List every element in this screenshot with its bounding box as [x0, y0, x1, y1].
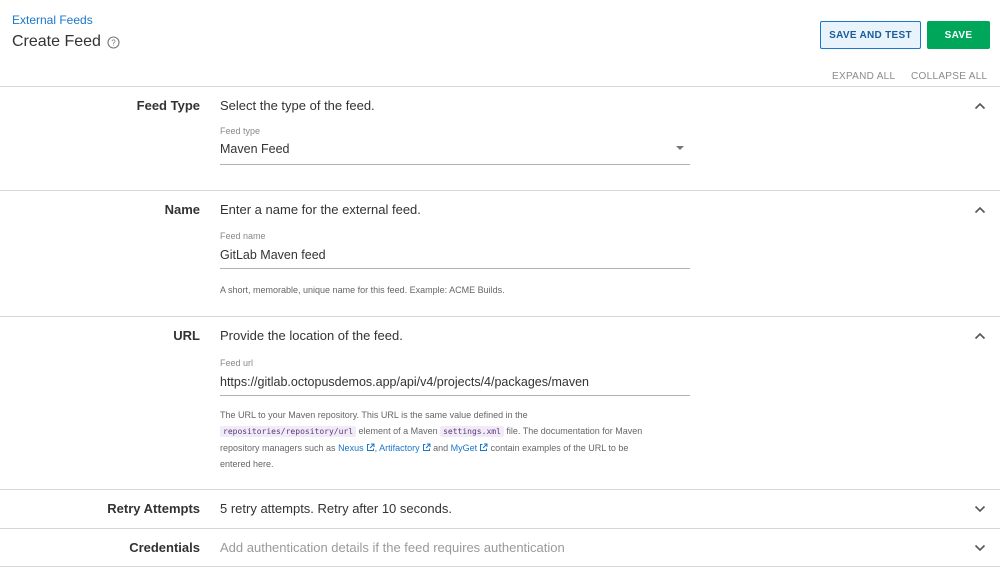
helper-text: contain examples of the URL to be — [488, 443, 629, 453]
chevron-up-icon[interactable] — [974, 102, 986, 110]
feed-url-input[interactable]: https://gitlab.octopusdemos.app/api/v4/p… — [220, 375, 589, 389]
collapse-all-button[interactable]: COLLAPSE ALL — [911, 71, 987, 82]
helper-text: and — [430, 443, 451, 453]
artifactory-link[interactable]: Artifactory — [379, 443, 420, 453]
code-settings-xml: settings.xml — [440, 426, 504, 437]
chevron-down-icon[interactable] — [974, 505, 986, 513]
section-summary: Enter a name for the external feed. — [220, 202, 421, 217]
section-name: Name Enter a name for the external feed.… — [0, 191, 1000, 316]
page-title: Create Feed ? — [12, 33, 120, 51]
external-link-icon[interactable] — [422, 443, 431, 452]
external-link-icon[interactable] — [366, 443, 375, 452]
page-title-text: Create Feed — [12, 33, 101, 50]
section-retry-attempts[interactable]: Retry Attempts 5 retry attempts. Retry a… — [0, 490, 1000, 528]
feed-type-select[interactable]: Maven Feed — [220, 142, 289, 156]
feed-url-label: Feed url — [220, 358, 254, 368]
section-summary: Provide the location of the feed. — [220, 328, 403, 343]
section-feed-type: Feed Type Select the type of the feed. F… — [0, 87, 1000, 190]
helper-text: element of a Maven — [356, 426, 441, 436]
svg-text:?: ? — [111, 38, 116, 47]
save-and-test-button[interactable]: SAVE AND TEST — [820, 21, 921, 49]
section-label: Retry Attempts — [107, 501, 200, 516]
dropdown-arrow-icon[interactable] — [676, 146, 684, 150]
section-summary: Add authentication details if the feed r… — [220, 540, 565, 555]
feed-url-underline — [220, 395, 690, 396]
section-label: URL — [173, 328, 200, 343]
expand-all-button[interactable]: EXPAND ALL — [832, 71, 895, 82]
section-label: Credentials — [129, 540, 200, 555]
nexus-link[interactable]: Nexus — [338, 443, 364, 453]
feed-name-input[interactable]: GitLab Maven feed — [220, 248, 326, 262]
feed-name-underline — [220, 268, 690, 269]
chevron-up-icon[interactable] — [974, 332, 986, 340]
feed-name-label: Feed name — [220, 231, 266, 241]
feed-type-label: Feed type — [220, 126, 261, 136]
section-label: Name — [164, 202, 200, 217]
code-repositories-path: repositories/repository/url — [220, 426, 357, 437]
helper-text: repository managers such as — [220, 443, 339, 453]
chevron-down-icon[interactable] — [974, 544, 986, 552]
helper-text: The URL to your Maven repository. This U… — [220, 410, 528, 420]
section-credentials[interactable]: Credentials Add authentication details i… — [0, 529, 1000, 567]
feed-url-helper: The URL to your Maven repository. This U… — [220, 407, 690, 472]
section-label: Feed Type — [136, 98, 200, 113]
page-header: External Feeds Create Feed ? SAVE AND TE… — [0, 0, 1000, 86]
section-summary: 5 retry attempts. Retry after 10 seconds… — [220, 501, 452, 516]
help-icon[interactable]: ? — [107, 35, 120, 49]
chevron-up-icon[interactable] — [974, 206, 986, 214]
feed-type-underline — [220, 164, 690, 165]
helper-text: file. The documentation for Maven — [503, 426, 643, 436]
breadcrumb-external-feeds[interactable]: External Feeds — [12, 13, 93, 27]
save-button[interactable]: SAVE — [927, 21, 990, 49]
helper-text: entered here. — [220, 459, 274, 469]
myget-link[interactable]: MyGet — [451, 443, 478, 453]
section-url: URL Provide the location of the feed. Fe… — [0, 317, 1000, 489]
section-summary: Select the type of the feed. — [220, 98, 375, 113]
external-link-icon[interactable] — [479, 443, 488, 452]
feed-name-helper: A short, memorable, unique name for this… — [220, 285, 505, 295]
